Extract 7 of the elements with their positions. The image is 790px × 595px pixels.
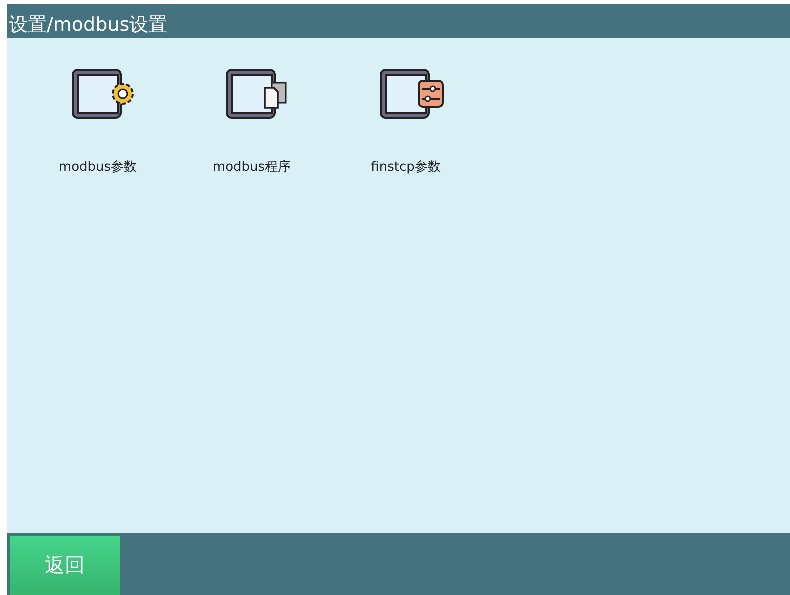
item-label: modbus参数 xyxy=(58,159,138,176)
item-label: modbus程序 xyxy=(212,159,292,176)
tablet-gear-icon[interactable] xyxy=(71,68,137,120)
item-label: finstcp参数 xyxy=(371,159,441,176)
back-button[interactable]: 返回 xyxy=(10,536,120,595)
page-title: 设置/modbus设置 xyxy=(9,13,168,37)
tablet-sliders-icon[interactable] xyxy=(379,68,445,120)
